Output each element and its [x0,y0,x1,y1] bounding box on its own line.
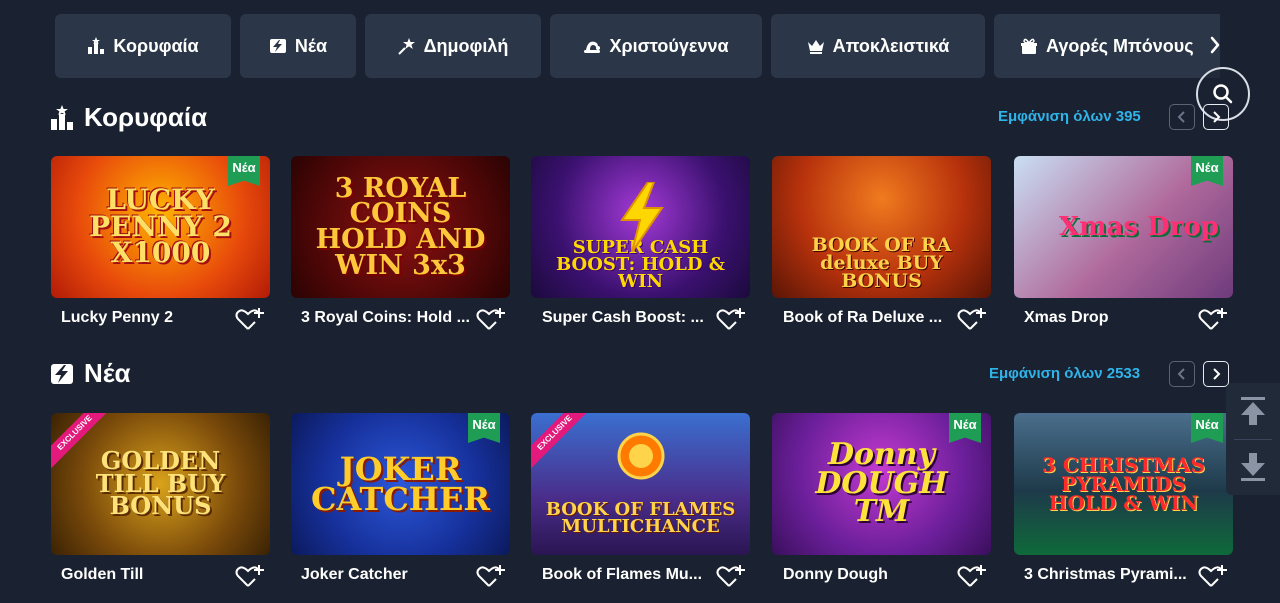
game-name[interactable]: 3 Christmas Pyrami... [1024,566,1194,584]
game-card[interactable]: JOKER CATCHER Νέα [291,413,510,555]
popular-star-icon [397,38,415,55]
category-label: Δημοφιλή [423,35,509,56]
category-label: Αποκλειστικά [832,35,950,56]
game-name[interactable]: Donny Dough [783,566,953,584]
new-flash-icon [51,363,73,384]
category-top[interactable]: Κορυφαία [55,14,231,78]
prev-button[interactable] [1169,361,1195,387]
section-title-new: Νέα [50,358,131,389]
game-art-title: 3 ROYAL COINS HOLD AND WIN 3x3 [315,172,486,281]
page-scroll-controls [1226,383,1280,495]
game-name[interactable]: Book of Flames Mu... [542,566,712,584]
bonus-buy-icon [1021,38,1037,54]
crown-icon [807,40,824,54]
game-art-title: BOOK OF RA deluxe BUY BONUS [811,233,952,292]
category-popular[interactable]: Δημοφιλή [365,14,541,78]
arrow-down-icon [1241,453,1265,481]
trophy-icon [88,37,105,54]
section-title-top: Κορυφαία [50,102,207,133]
chevron-right-icon [1213,111,1221,123]
see-all-link[interactable]: Εμφάνιση όλων 2533 [989,365,1140,382]
add-favorite-icon[interactable] [476,562,506,590]
category-label: Χριστούγεννα [609,35,729,56]
game-card[interactable]: 3 CHRISTMAS PYRAMIDS HOLD & WIN Νέα [1014,413,1233,555]
game-name[interactable]: Book of Ra Deluxe ... [783,309,953,327]
section-title-text: Κορυφαία [84,102,208,132]
category-bar: Κορυφαία Νέα Δημοφιλή Χριστούγεννα Αποκλ… [0,14,1220,78]
chevron-left-icon [1177,111,1185,123]
category-label: Κορυφαία [113,35,199,56]
category-christmas[interactable]: Χριστούγεννα [550,14,762,78]
chevron-right-icon[interactable] [1208,34,1222,56]
category-label: Νέα [294,35,328,56]
category-label: Αγορές Μπόνους [1046,35,1194,56]
game-name[interactable]: Golden Till [61,566,231,584]
add-favorite-icon[interactable] [1198,562,1228,590]
add-favorite-icon[interactable] [957,305,987,333]
game-name[interactable]: Lucky Penny 2 [61,309,231,327]
santa-hat-icon [584,41,601,53]
category-bonus-buy[interactable]: Αγορές Μπόνους [994,14,1220,78]
game-card[interactable]: LUCKY PENNY 2 X1000 Νέα [51,156,270,298]
game-card[interactable]: Donny DOUGH TM Νέα [772,413,991,555]
scroll-bottom-button[interactable] [1226,439,1280,495]
game-card[interactable]: Xmas Drop Νέα [1014,156,1233,298]
game-card[interactable]: GOLDEN TILL BUY BONUS EXCLUSIVE [51,413,270,555]
game-name[interactable]: Joker Catcher [301,566,471,584]
search-icon [1213,84,1233,104]
prev-button[interactable] [1169,104,1195,130]
game-card[interactable]: 3 ROYAL COINS HOLD AND WIN 3x3 [291,156,510,298]
next-button[interactable] [1203,104,1229,130]
add-favorite-icon[interactable] [476,305,506,333]
scroll-top-button[interactable] [1226,383,1280,439]
add-favorite-icon[interactable] [1198,305,1228,333]
chevron-right-icon [1213,368,1221,380]
category-exclusive[interactable]: Αποκλειστικά [771,14,985,78]
section-title-text: Νέα [84,358,131,388]
arrow-up-icon [1241,397,1265,425]
trophy-icon [51,104,73,130]
game-name[interactable]: Xmas Drop [1024,309,1194,327]
see-all-link[interactable]: Εμφάνιση όλων 395 [998,108,1141,125]
fire-orb-icon [617,432,665,480]
add-favorite-icon[interactable] [235,305,265,333]
game-card[interactable]: SUPER CASH BOOST: HOLD & WIN [531,156,750,298]
game-name[interactable]: 3 Royal Coins: Hold ... [301,309,471,327]
game-card[interactable]: BOOK OF FLAMES MULTICHANCE EXCLUSIVE [531,413,750,555]
add-favorite-icon[interactable] [957,562,987,590]
add-favorite-icon[interactable] [235,562,265,590]
new-flash-icon [269,39,286,53]
game-name[interactable]: Super Cash Boost: ... [542,309,712,327]
add-favorite-icon[interactable] [716,305,746,333]
chevron-left-icon [1177,368,1185,380]
add-favorite-icon[interactable] [716,562,746,590]
category-new[interactable]: Νέα [240,14,356,78]
game-card[interactable]: BOOK OF RA deluxe BUY BONUS [772,156,991,298]
lightning-icon [620,182,664,252]
